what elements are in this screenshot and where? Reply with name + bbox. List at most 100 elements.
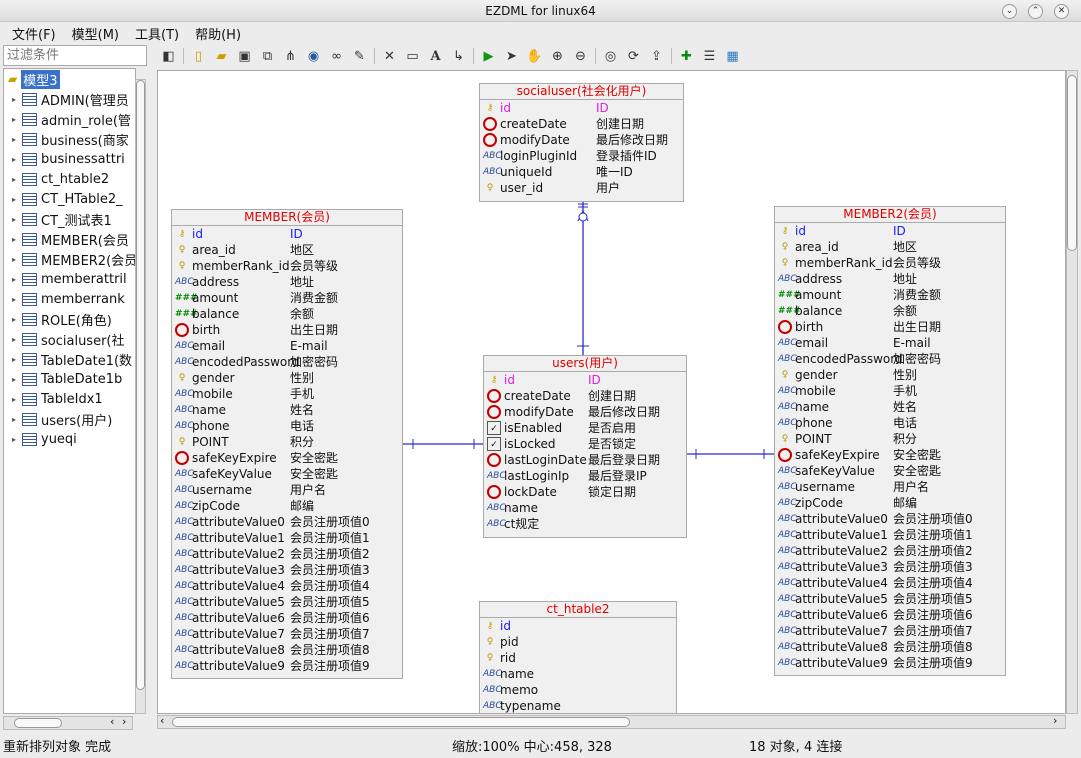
field-row[interactable]: ABC attributeValue9 会员注册项值9	[775, 655, 1005, 671]
expand-icon[interactable]: ▸	[12, 155, 22, 164]
text-icon[interactable]: A	[424, 46, 447, 66]
field-row[interactable]: ### balance 余额	[172, 306, 402, 322]
field-row[interactable]: ### amount 消费金额	[172, 290, 402, 306]
zoom-in-icon[interactable]: ⊕	[546, 46, 569, 66]
field-row[interactable]: ⚷ id ID	[484, 372, 686, 388]
field-row[interactable]: ♀ POINT 积分	[172, 434, 402, 450]
field-row[interactable]: ABC name	[480, 666, 676, 682]
field-row[interactable]: ♀ gender 性别	[775, 367, 1005, 383]
view-icon[interactable]: ◎	[599, 46, 622, 66]
hand-icon[interactable]: ✋	[523, 46, 546, 66]
field-row[interactable]: ABC safeKeyValue 安全密匙	[775, 463, 1005, 479]
field-row[interactable]: ♀ pid	[480, 634, 676, 650]
field-row[interactable]: ✓ isEnabled 是否启用	[484, 420, 686, 436]
pointer-icon[interactable]: ➤	[500, 46, 523, 66]
field-row[interactable]: ### balance 余额	[775, 303, 1005, 319]
minimize-icon[interactable]: ⌄	[1002, 4, 1017, 19]
menu-help[interactable]: 帮助(H)	[187, 24, 249, 43]
expand-icon[interactable]: ▸	[12, 235, 22, 244]
field-row[interactable]: ABC name 姓名	[172, 402, 402, 418]
field-row[interactable]: ABC phone 电话	[775, 415, 1005, 431]
table-socialuser[interactable]: socialuser(社会化用户) ⚷ id ID createDate 创建日期 modi…	[479, 83, 684, 202]
chevron-right-icon[interactable]: ›	[1053, 714, 1057, 727]
field-row[interactable]: ABC attributeValue3 会员注册项值3	[775, 559, 1005, 575]
tree-item[interactable]: ▸ yueqi	[12, 429, 77, 449]
tree-item[interactable]: ▸ admin_role(管	[12, 109, 131, 129]
field-row[interactable]: ✓ isLocked 是否锁定	[484, 436, 686, 452]
field-row[interactable]: ABC username 用户名	[172, 482, 402, 498]
field-row[interactable]: ABC phone 电话	[172, 418, 402, 434]
image-icon[interactable]: ▦	[721, 46, 744, 66]
field-row[interactable]: ABC mobile 手机	[172, 386, 402, 402]
field-row[interactable]: ⚷ id ID	[480, 100, 683, 116]
expand-icon[interactable]: ▸	[12, 215, 22, 224]
edit-icon[interactable]: ✎	[348, 46, 371, 66]
field-row[interactable]: ABC email E-mail	[172, 338, 402, 354]
field-row[interactable]: ABC encodedPassword 加密密码	[172, 354, 402, 370]
field-row[interactable]: safeKeyExpire 安全密匙	[775, 447, 1005, 463]
expand-icon[interactable]: ▸	[12, 375, 22, 384]
expand-icon[interactable]: ▸	[12, 175, 22, 184]
field-row[interactable]: ABC address 地址	[172, 274, 402, 290]
field-row[interactable]: ABC ct规定	[484, 516, 686, 532]
expand-icon[interactable]: ▸	[12, 335, 22, 344]
table-icon[interactable]: ▭	[401, 46, 424, 66]
field-row[interactable]: ABC attributeValue5 会员注册项值5	[172, 594, 402, 610]
field-row[interactable]: ⚷ id ID	[775, 223, 1005, 239]
table-users[interactable]: users(用户) ⚷ id ID createDate 创建日期 modifyDate 最后…	[483, 355, 687, 538]
field-row[interactable]: ♀ gender 性别	[172, 370, 402, 386]
field-row[interactable]: modifyDate 最后修改日期	[484, 404, 686, 420]
field-row[interactable]: ABC attributeValue2 会员注册项值2	[172, 546, 402, 562]
tree-item[interactable]: ▸ businessattri	[12, 149, 125, 169]
tree-item[interactable]: ▸ memberrank	[12, 289, 125, 309]
link-icon[interactable]: ↳	[447, 46, 470, 66]
field-row[interactable]: ABC attributeValue4 会员注册项值4	[775, 575, 1005, 591]
tree-item[interactable]: ▸ ADMIN(管理员	[12, 89, 129, 109]
copy-icon[interactable]: ⧉	[256, 46, 279, 66]
menu-tools[interactable]: 工具(T)	[127, 24, 187, 43]
menu-model[interactable]: 模型(M)	[64, 24, 127, 43]
field-row[interactable]: ABC attributeValue6 会员注册项值6	[172, 610, 402, 626]
field-row[interactable]: ABC email E-mail	[775, 335, 1005, 351]
globe-icon[interactable]: ◉	[302, 46, 325, 66]
field-row[interactable]: ABC encodedPassword 加密密码	[775, 351, 1005, 367]
field-row[interactable]: ABC attributeValue7 会员注册项值7	[775, 623, 1005, 639]
field-row[interactable]: ABC attributeValue0 会员注册项值0	[172, 514, 402, 530]
field-row[interactable]: ABC attributeValue1 会员注册项值1	[775, 527, 1005, 543]
expand-icon[interactable]: ▸	[12, 255, 22, 264]
field-row[interactable]: lockDate 锁定日期	[484, 484, 686, 500]
chevron-left-icon[interactable]: ‹	[110, 715, 114, 728]
field-row[interactable]: createDate 创建日期	[484, 388, 686, 404]
field-row[interactable]: ABC loginPluginId 登录插件ID	[480, 148, 683, 164]
field-row[interactable]: birth 出生日期	[172, 322, 402, 338]
tree-item[interactable]: ▸ users(用户)	[12, 409, 112, 429]
tree-item[interactable]: ▸ MEMBER2(会员	[12, 249, 135, 269]
field-row[interactable]: ABC attributeValue9 会员注册项值9	[172, 658, 402, 674]
save-icon[interactable]: ▣	[233, 46, 256, 66]
field-row[interactable]: ABC address 地址	[775, 271, 1005, 287]
properties-icon[interactable]: ☰	[698, 46, 721, 66]
field-row[interactable]: ⚷ id ID	[172, 226, 402, 242]
field-row[interactable]: safeKeyExpire 安全密匙	[172, 450, 402, 466]
new-file-icon[interactable]: ▯	[187, 46, 210, 66]
expand-icon[interactable]: ▸	[12, 195, 22, 204]
close-icon[interactable]: ✕	[1054, 4, 1069, 19]
scrollbar-thumb[interactable]	[172, 717, 630, 727]
table-ct-htable2[interactable]: ct_htable2 ⚷ id ♀ pid ♀ rid ABC name ABC memo ABC ty…	[479, 601, 677, 713]
tree-item[interactable]: ▸ ct_htable2	[12, 169, 109, 189]
field-row[interactable]: ABC attributeValue6 会员注册项值6	[775, 607, 1005, 623]
field-row[interactable]: createDate 创建日期	[480, 116, 683, 132]
chevron-right-icon[interactable]: ›	[122, 715, 126, 728]
field-row[interactable]: ABC attributeValue5 会员注册项值5	[775, 591, 1005, 607]
field-row[interactable]: ♀ memberRank_id 会员等级	[172, 258, 402, 274]
field-row[interactable]: ABC attributeValue4 会员注册项值4	[172, 578, 402, 594]
canvas-vertical-scrollbar[interactable]	[1066, 70, 1078, 714]
field-row[interactable]: ⚷ id	[480, 618, 676, 634]
field-row[interactable]: ABC mobile 手机	[775, 383, 1005, 399]
tree-item[interactable]: ▸ MEMBER(会员	[12, 229, 129, 249]
field-row[interactable]: ♀ POINT 积分	[775, 431, 1005, 447]
layout-icon[interactable]: ⋔	[279, 46, 302, 66]
tree-item[interactable]: ▸ TableIdx1	[12, 389, 103, 409]
menu-file[interactable]: 文件(F)	[4, 24, 64, 43]
tree-vertical-scrollbar[interactable]	[135, 79, 146, 714]
